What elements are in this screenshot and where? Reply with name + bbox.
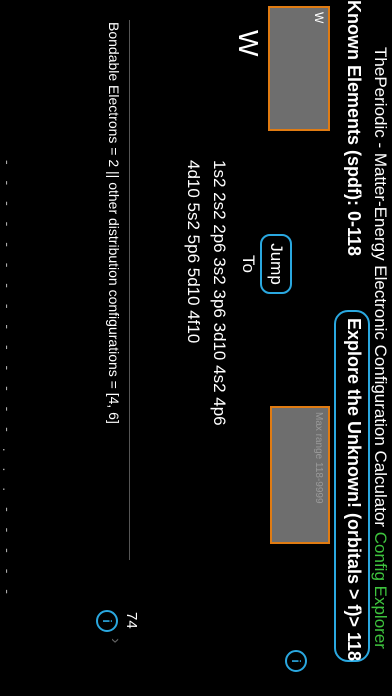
orbital-dots: - - - - - - - - - - - - - - . . . - - - … bbox=[0, 160, 16, 600]
app-screen: ThePeriodic - Matter-Energy Electronic C… bbox=[0, 0, 392, 696]
explore-unknown-label: Explore the Unknown! (orbitals > f)> 118 bbox=[344, 318, 364, 662]
configuration-line-1: 1s2 2s2 2p6 3s2 3p6 3d10 4s2 4p6 bbox=[210, 160, 229, 426]
configuration-line-2: 4d10 5s2 5p6 5d10 4f10 bbox=[184, 160, 203, 344]
chevron-right-icon[interactable]: › bbox=[106, 638, 124, 643]
bondable-electrons-text: Bondable Electrons = 2 || other distribu… bbox=[106, 22, 122, 424]
explore-info-icon[interactable]: i bbox=[285, 650, 307, 672]
known-elements-label: Known Elements (spdf): 0-118 bbox=[344, 0, 364, 257]
element-symbol: W bbox=[233, 30, 264, 57]
app-title: ThePeriodic - Matter-Energy Electronic C… bbox=[370, 0, 390, 696]
explore-range-input[interactable]: Max range 118-9999 bbox=[270, 406, 330, 544]
electron-configuration: 1s2 2s2 2p6 3s2 3p6 3d10 4s2 4p6 4d10 5s… bbox=[180, 160, 232, 580]
app-title-main: ThePeriodic - Matter-Energy Electronic C… bbox=[371, 47, 390, 528]
element-info-icon[interactable]: i bbox=[96, 610, 118, 632]
atomic-number: 74 bbox=[123, 612, 140, 629]
jump-to-button[interactable]: Jump To bbox=[239, 234, 292, 294]
app-title-accent: Config Explorer bbox=[371, 531, 390, 649]
element-search-input[interactable]: W bbox=[268, 6, 330, 131]
divider bbox=[129, 20, 130, 560]
